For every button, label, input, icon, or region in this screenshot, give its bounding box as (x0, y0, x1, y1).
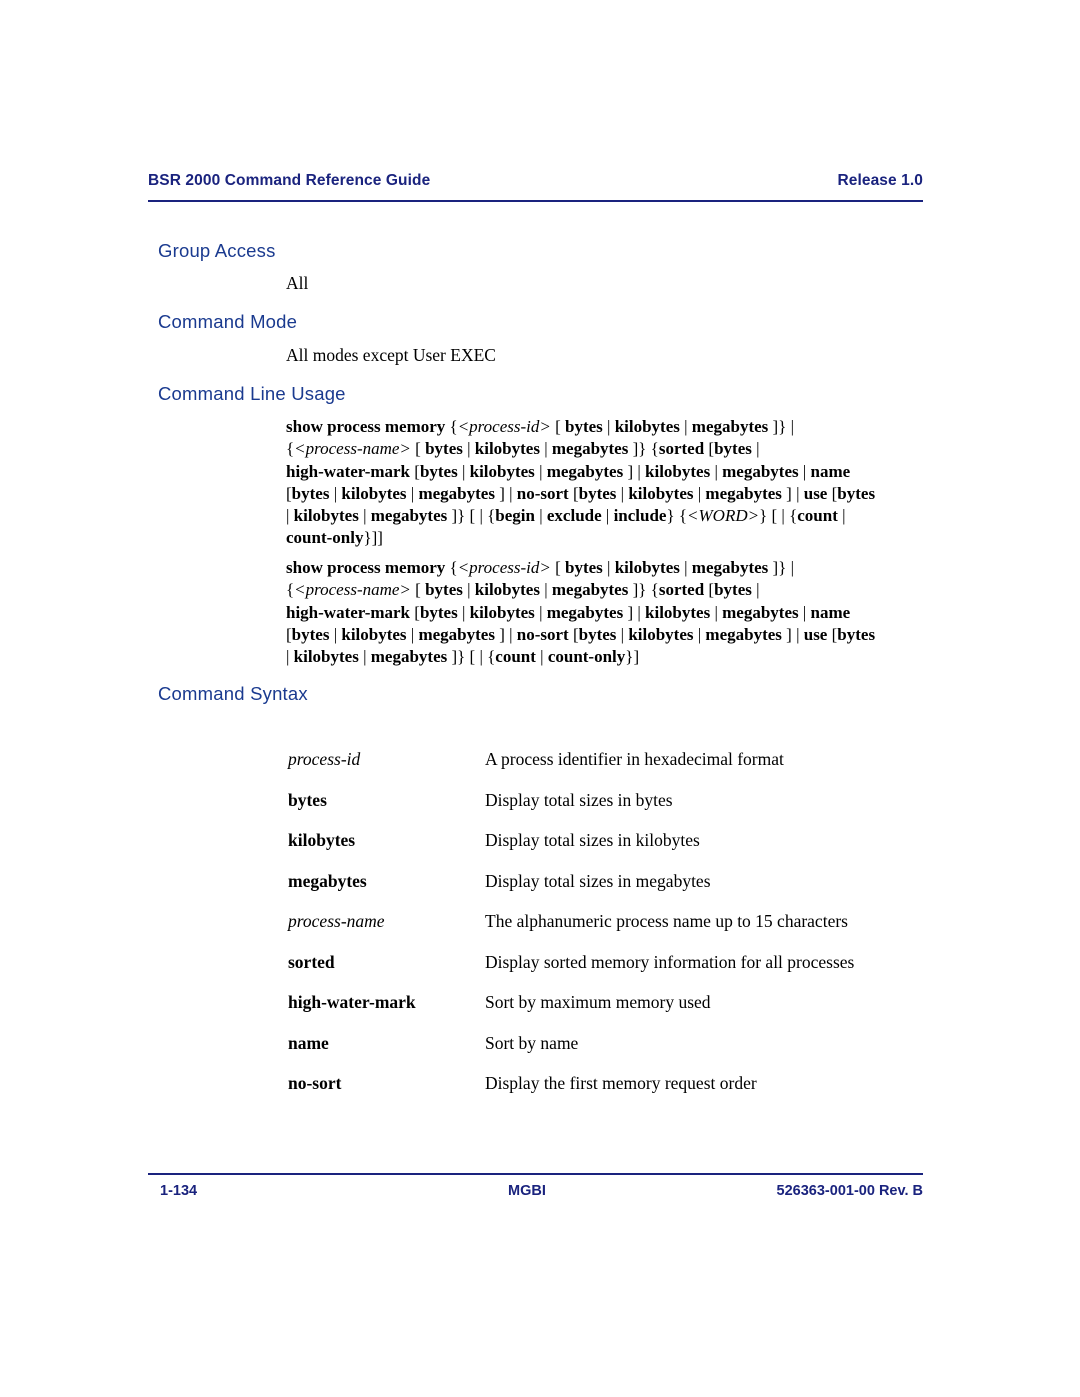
usage-line: [bytes | kilobytes | megabytes ] | no-so… (286, 483, 876, 503)
table-row: high-water-mark Sort by maximum memory us… (288, 991, 928, 1032)
document-page: BSR 2000 Command Reference Guide Release… (0, 0, 1080, 1397)
table-row: process-name The alphanumeric process nam… (288, 910, 928, 951)
footer-divider (148, 1173, 923, 1175)
usage-line: {<process-name> [ bytes | kilobytes | me… (286, 439, 760, 459)
usage-line: | kilobytes | megabytes ]} [ | {begin | … (286, 506, 846, 526)
usage-line: high-water-mark [bytes | kilobytes | meg… (286, 602, 851, 622)
syntax-term: bytes (288, 789, 327, 810)
syntax-definition: Sort by maximum memory used (485, 992, 711, 1012)
usage-line: {<process-name> [ bytes | kilobytes | me… (286, 580, 760, 600)
syntax-term: high-water-mark (288, 992, 416, 1012)
syntax-definition: Display total sizes in megabytes (485, 870, 711, 891)
heading-command-line-usage: Command Line Usage (158, 383, 346, 404)
syntax-term: process-id (288, 749, 361, 769)
header-title: BSR 2000 Command Reference Guide (148, 172, 431, 189)
usage-line: high-water-mark [bytes | kilobytes | meg… (286, 461, 851, 481)
command-mode-value: All modes except User EXEC (286, 345, 496, 365)
group-access-value: All (286, 273, 309, 293)
usage-line: show process memory {<process-id> [ byte… (286, 558, 795, 577)
syntax-definition: The alphanumeric process name up to 15 c… (485, 911, 848, 931)
heading-group-access: Group Access (158, 240, 276, 261)
table-row: megabytes Display total sizes in megabyte… (288, 870, 928, 911)
syntax-term: sorted (288, 951, 335, 972)
command-usage-block-1: show process memory {<process-id> [ byte… (286, 416, 931, 550)
syntax-term: name (288, 1032, 329, 1053)
table-row: process-id A process identifier in hexade… (288, 748, 928, 789)
page-header: BSR 2000 Command Reference Guide Release… (148, 172, 923, 190)
footer-page-number: 1-134 (160, 1183, 198, 1199)
syntax-term: no-sort (288, 1073, 342, 1093)
heading-command-mode: Command Mode (158, 311, 298, 332)
syntax-definition: Display the first memory request order (485, 1073, 757, 1093)
syntax-definition: Display total sizes in kilobytes (485, 830, 700, 850)
table-row: kilobytes Display total sizes in kilobyte… (288, 829, 928, 870)
usage-line: | kilobytes | megabytes ]} [ | {count | … (286, 647, 640, 667)
command-syntax-table: process-id A process identifier in hexade… (288, 748, 928, 1113)
usage-line: count-only}]] (286, 528, 383, 548)
syntax-term: megabytes (288, 870, 367, 891)
table-row: no-sort Display the first memory request … (288, 1072, 928, 1113)
syntax-definition: A process identifier in hexadecimal form… (485, 749, 784, 769)
usage-line: show process memory {<process-id> [ byte… (286, 417, 795, 436)
header-divider (148, 200, 923, 202)
syntax-definition: Display total sizes in bytes (485, 789, 673, 810)
command-usage-block-2: show process memory {<process-id> [ byte… (286, 557, 931, 668)
footer-center-label: MGBI (508, 1183, 546, 1199)
heading-command-syntax: Command Syntax (158, 683, 308, 704)
table-row: sorted Display sorted memory information … (288, 951, 928, 992)
table-row: name Sort by name (288, 1032, 928, 1073)
syntax-term: kilobytes (288, 830, 356, 850)
syntax-definition: Sort by name (485, 1032, 579, 1053)
table-row: bytes Display total sizes in bytes (288, 789, 928, 830)
syntax-definition: Display sorted memory information for al… (485, 951, 855, 972)
usage-line: [bytes | kilobytes | megabytes ] | no-so… (286, 624, 876, 644)
footer-doc-number: 526363-001-00 Rev. B (776, 1183, 923, 1199)
header-release: Release 1.0 (837, 172, 923, 189)
syntax-term: process-name (288, 911, 385, 931)
